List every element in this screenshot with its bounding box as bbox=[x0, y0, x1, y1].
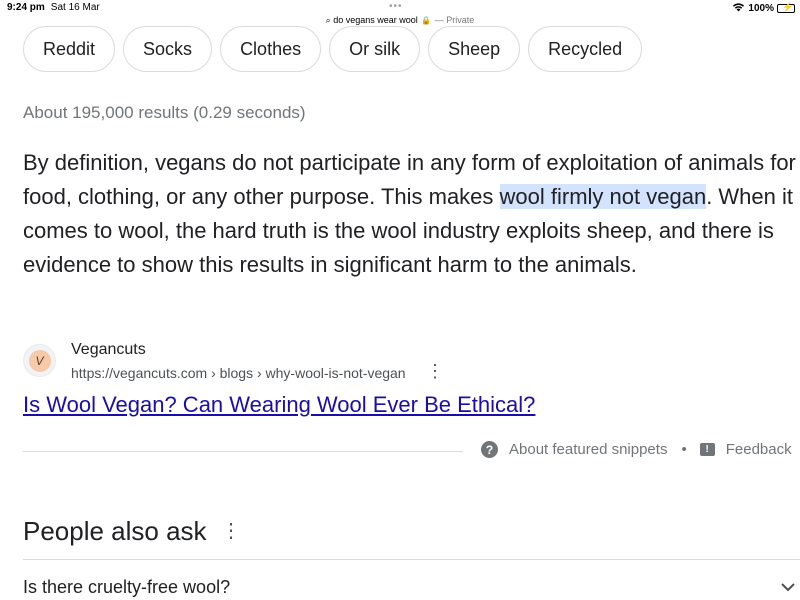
tab-menu-dots-icon[interactable]: ••• bbox=[389, 1, 403, 12]
help-icon: ? bbox=[481, 441, 498, 458]
private-label: — Private bbox=[434, 15, 475, 25]
separator-dot: • bbox=[681, 441, 687, 458]
address-bar[interactable]: ⌕ do vegans wear wool 🔒 — Private bbox=[0, 15, 800, 26]
chip-reddit[interactable]: Reddit bbox=[23, 26, 116, 72]
divider bbox=[23, 451, 463, 452]
featured-snippet-text: By definition, vegans do not participate… bbox=[23, 146, 798, 282]
address-text: do vegans wear wool bbox=[333, 15, 418, 25]
paa-question[interactable]: Is there cruelty-free wool? bbox=[23, 577, 230, 598]
about-featured-snippets[interactable]: About featured snippets bbox=[509, 441, 667, 458]
chip-sheep[interactable]: Sheep bbox=[428, 26, 521, 72]
paa-divider bbox=[23, 559, 800, 560]
result-stats: About 195,000 results (0.29 seconds) bbox=[23, 103, 306, 122]
site-url[interactable]: https://vegancuts.com › blogs › why-wool… bbox=[71, 365, 406, 381]
chip-or-silk[interactable]: Or silk bbox=[329, 26, 421, 72]
battery-icon: ⚡ bbox=[777, 2, 795, 13]
more-options-icon[interactable]: ⋮ bbox=[426, 362, 444, 380]
snippet-highlight: wool firmly not vegan bbox=[499, 184, 707, 209]
site-favicon-icon: V bbox=[23, 344, 56, 377]
chip-recycled[interactable]: Recycled bbox=[528, 26, 643, 72]
feedback-link[interactable]: Feedback bbox=[726, 441, 792, 458]
refinement-chips: Reddit Socks Clothes Or silk Sheep Recyc… bbox=[23, 26, 643, 72]
paa-more-options-icon[interactable]: ⋮ bbox=[221, 521, 241, 541]
chevron-down-icon[interactable] bbox=[779, 578, 797, 596]
chip-clothes[interactable]: Clothes bbox=[220, 26, 322, 72]
status-date: Sat 16 Mar bbox=[50, 2, 100, 13]
status-right: 100% ⚡ bbox=[732, 2, 795, 15]
battery-percent: 100% bbox=[748, 3, 774, 14]
feedback-icon: ! bbox=[699, 443, 715, 456]
people-also-ask-title: People also ask bbox=[23, 516, 207, 546]
wifi-icon bbox=[732, 2, 745, 15]
chip-socks[interactable]: Socks bbox=[123, 26, 213, 72]
status-time: 9:24 pm Sat 16 Mar bbox=[7, 2, 100, 13]
site-name[interactable]: Vegancuts bbox=[71, 341, 146, 359]
snippet-footer: ? About featured snippets • ! Feedback bbox=[481, 441, 792, 458]
result-title-link[interactable]: Is Wool Vegan? Can Wearing Wool Ever Be … bbox=[23, 392, 535, 418]
search-icon: ⌕ bbox=[325, 15, 331, 25]
lock-icon: 🔒 bbox=[421, 16, 432, 25]
